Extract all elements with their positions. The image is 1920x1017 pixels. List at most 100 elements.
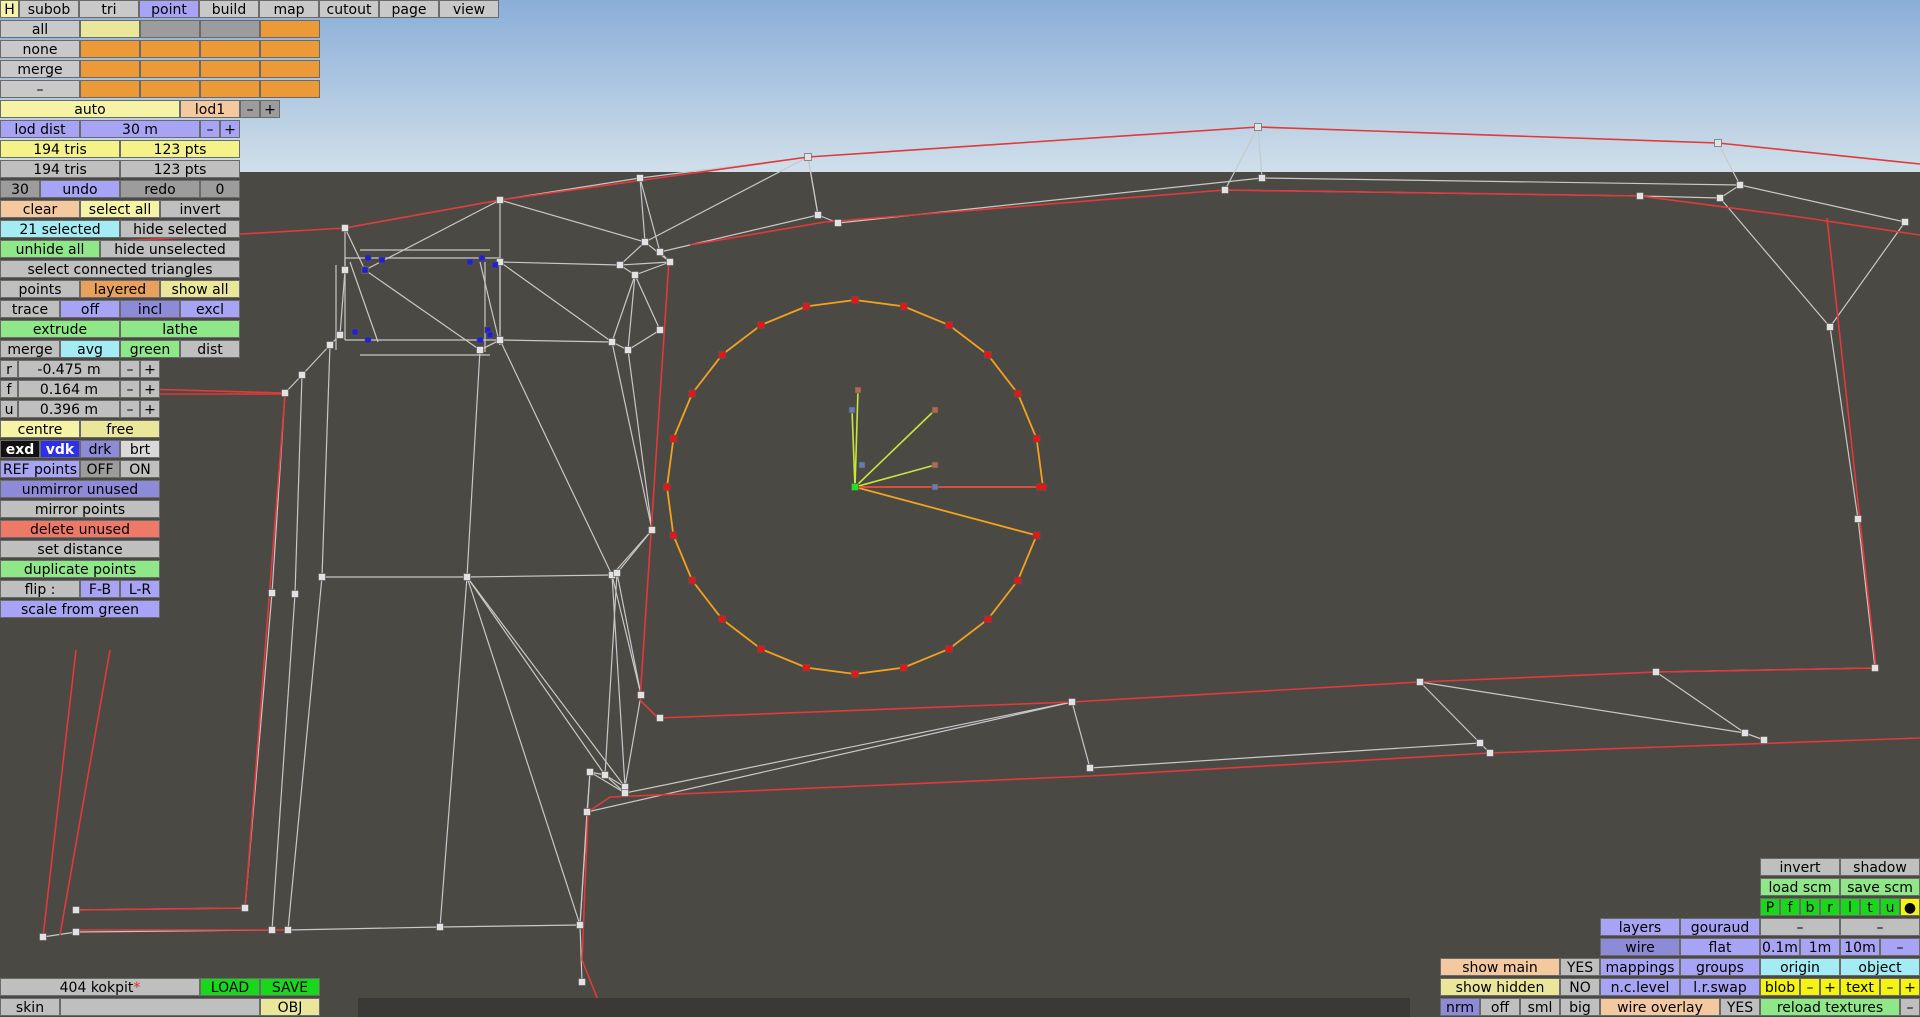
selected-point[interactable] (802, 302, 811, 311)
lod-dist-minus[interactable]: – (200, 120, 220, 138)
vertex-node[interactable] (1652, 668, 1660, 676)
layer-cell[interactable] (140, 20, 200, 38)
select-all-button[interactable]: select all (80, 200, 160, 218)
show-hidden-label[interactable]: show hidden (1440, 978, 1560, 996)
text-minus-button[interactable]: – (1880, 978, 1900, 996)
sml-button[interactable]: sml (1520, 998, 1560, 1016)
u-plus-button[interactable]: + (140, 400, 160, 418)
selected-point[interactable] (663, 483, 671, 491)
lod-dist-value[interactable]: 30 m (80, 120, 200, 138)
show-main-toggle[interactable]: YES (1560, 958, 1600, 976)
dist-1m-button[interactable]: 1m (1800, 938, 1840, 956)
layer-all[interactable]: all (0, 20, 80, 38)
text-plus-button[interactable]: + (1900, 978, 1920, 996)
vertex-node[interactable] (496, 196, 504, 204)
show-all-button[interactable]: show all (160, 280, 240, 298)
vertex-node[interactable] (39, 933, 47, 941)
vertex-node[interactable] (583, 808, 591, 816)
selected-point[interactable] (851, 296, 859, 304)
wire-overlay-button[interactable]: wire overlay (1600, 998, 1720, 1016)
vertex-node[interactable] (613, 569, 621, 577)
save-scm-button[interactable]: save scm (1840, 878, 1920, 896)
selected-point[interactable] (984, 615, 992, 624)
vertex-node[interactable] (1086, 764, 1094, 772)
selected-point[interactable] (1032, 531, 1041, 540)
layer-cell[interactable] (80, 60, 140, 78)
obj-button[interactable]: OBJ (260, 998, 320, 1016)
vertex-node[interactable] (624, 346, 632, 354)
blob-plus-button[interactable]: + (1820, 978, 1840, 996)
lod-auto-button[interactable]: auto (0, 100, 180, 118)
avg-button[interactable]: avg (60, 340, 120, 358)
layer-none[interactable]: none (0, 40, 80, 58)
tab-point[interactable]: point (139, 0, 199, 18)
layered-button[interactable]: layered (80, 280, 160, 298)
points-button[interactable]: points (0, 280, 80, 298)
green-button[interactable]: green (120, 340, 180, 358)
layer-cell[interactable] (200, 80, 260, 98)
handle-point[interactable] (854, 386, 862, 394)
tab-subob[interactable]: subob (19, 0, 79, 18)
view-p-button[interactable]: P (1760, 898, 1780, 916)
selected-point[interactable] (718, 615, 726, 624)
handle-point[interactable] (858, 461, 866, 469)
vertex-node[interactable] (291, 590, 299, 598)
vertex-node[interactable] (1636, 192, 1644, 200)
hide-unselected-button[interactable]: hide unselected (100, 240, 240, 258)
u-minus-button[interactable]: – (120, 400, 140, 418)
vertex-node[interactable] (1736, 181, 1744, 189)
vertex-node[interactable] (298, 371, 306, 379)
handle-point[interactable] (931, 483, 939, 491)
vertex-node[interactable] (72, 928, 80, 936)
layer-cell[interactable] (200, 40, 260, 58)
view-invert-button[interactable]: invert (1760, 858, 1840, 876)
merge-button[interactable]: merge (0, 340, 60, 358)
vertex-node[interactable] (326, 341, 334, 349)
selected-point[interactable] (351, 328, 359, 336)
vertex-node[interactable] (341, 266, 349, 274)
view-dash-left[interactable]: – (1760, 918, 1840, 936)
exd-button[interactable]: exd (0, 440, 40, 458)
undo-button[interactable]: undo (40, 180, 120, 198)
selected-point[interactable] (757, 321, 765, 329)
dist-01m-button[interactable]: 0.1m (1760, 938, 1800, 956)
layer-dash[interactable]: – (0, 80, 80, 98)
set-distance-button[interactable]: set distance (0, 540, 160, 558)
vdk-button[interactable]: vdk (40, 440, 80, 458)
selected-point[interactable] (851, 670, 859, 678)
save-button[interactable]: SAVE (260, 978, 320, 996)
vertex-node[interactable] (336, 331, 344, 339)
duplicate-points-button[interactable]: duplicate points (0, 560, 160, 578)
vertex-node[interactable] (578, 978, 586, 986)
excl-button[interactable]: excl (180, 300, 240, 318)
tab-build[interactable]: build (199, 0, 259, 18)
vertex-node[interactable] (241, 904, 249, 912)
show-main-label[interactable]: show main (1440, 958, 1560, 976)
tab-map[interactable]: map (259, 0, 319, 18)
vertex-node[interactable] (648, 526, 656, 534)
3d-viewport[interactable] (0, 0, 1920, 1017)
invert-selection-button[interactable]: invert (160, 200, 240, 218)
layer-cell[interactable] (80, 20, 140, 38)
drk-button[interactable]: drk (80, 440, 120, 458)
selected-point[interactable] (476, 336, 484, 344)
ref-off-button[interactable]: OFF (80, 460, 120, 478)
vertex-node[interactable] (281, 389, 289, 397)
text-button[interactable]: text (1840, 978, 1880, 996)
vertex-node[interactable] (1871, 664, 1879, 672)
mirror-points-button[interactable]: mirror points (0, 500, 160, 518)
selected-point[interactable] (1014, 576, 1022, 585)
u-value[interactable]: 0.396 m (18, 400, 120, 418)
vertex-node[interactable] (666, 258, 674, 266)
lrswap-button[interactable]: l.r.swap (1680, 978, 1760, 996)
shadow-button[interactable]: shadow (1840, 858, 1920, 876)
selected-point[interactable] (1014, 389, 1022, 398)
view-b-button[interactable]: b (1800, 898, 1820, 916)
vertex-node[interactable] (656, 248, 664, 256)
vertex-node[interactable] (1854, 515, 1862, 523)
view-r-button[interactable]: r (1820, 898, 1840, 916)
vertex-node[interactable] (1254, 123, 1262, 131)
incl-button[interactable]: incl (120, 300, 180, 318)
view-u-button[interactable]: u (1880, 898, 1900, 916)
vertex-node[interactable] (1714, 139, 1722, 147)
